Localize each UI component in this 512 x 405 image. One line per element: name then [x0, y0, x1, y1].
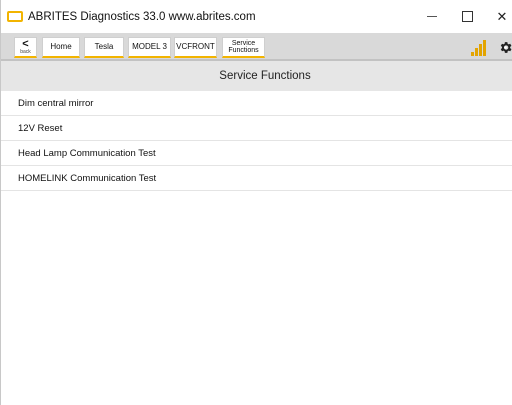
- breadcrumb-vcfront[interactable]: VCFRONT: [174, 37, 217, 58]
- list-item-dim-central-mirror[interactable]: Dim central mirror: [1, 91, 512, 116]
- breadcrumb-home[interactable]: Home: [42, 37, 80, 58]
- breadcrumb-service-functions[interactable]: Service Functions: [222, 37, 265, 58]
- close-button[interactable]: ✕: [485, 0, 512, 33]
- list-item-12v-reset[interactable]: 12V Reset: [1, 116, 512, 141]
- minimize-button[interactable]: [415, 0, 449, 33]
- minimize-icon: [427, 16, 437, 17]
- title-bar: ABRITES Diagnostics 33.0 www.abrites.com…: [1, 0, 512, 33]
- close-icon: ✕: [496, 8, 508, 24]
- app-logo-icon: [7, 11, 23, 22]
- back-label: back: [20, 48, 31, 55]
- settings-gear-svg: [500, 41, 511, 53]
- maximize-icon: [461, 11, 473, 22]
- breadcrumb-toolbar: < back Home Tesla MODEL 3 VCFRONT Servic…: [1, 33, 512, 61]
- gear-icon[interactable]: [497, 38, 512, 56]
- window-title: ABRITES Diagnostics 33.0 www.abrites.com: [28, 10, 256, 23]
- breadcrumb-model-3[interactable]: MODEL 3: [128, 37, 171, 58]
- signal-strength-icon: [471, 39, 491, 56]
- list-item-homelink-communication-test[interactable]: HOMELINK Communication Test: [1, 166, 512, 191]
- back-button[interactable]: < back: [14, 37, 37, 58]
- breadcrumb-tesla[interactable]: Tesla: [84, 37, 124, 58]
- back-arrow-icon: <: [22, 37, 29, 50]
- section-header: Service Functions: [1, 61, 512, 91]
- list-item-head-lamp-communication-test[interactable]: Head Lamp Communication Test: [1, 141, 512, 166]
- service-functions-list: Dim central mirror 12V Reset Head Lamp C…: [1, 91, 512, 191]
- app-window: ABRITES Diagnostics 33.0 www.abrites.com…: [0, 0, 512, 405]
- maximize-button[interactable]: [450, 0, 484, 33]
